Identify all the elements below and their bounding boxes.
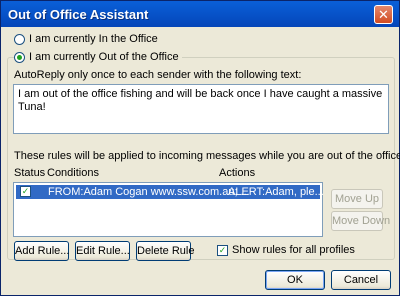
show-all-profiles-checkbox[interactable]: ✓ bbox=[217, 245, 228, 256]
autoreply-textarea[interactable]: I am out of the office fishing and will … bbox=[13, 84, 389, 134]
out-office-label: I am currently Out of the Office bbox=[29, 51, 179, 63]
column-header-actions[interactable]: Actions bbox=[219, 167, 255, 179]
ok-button[interactable]: OK bbox=[265, 270, 325, 290]
in-office-radio[interactable]: I am currently In the Office bbox=[14, 33, 158, 45]
cancel-button[interactable]: Cancel bbox=[331, 270, 391, 290]
rule-actions: ALERT:Adam, ple... bbox=[228, 186, 324, 198]
add-rule-button[interactable]: Add Rule... bbox=[14, 241, 69, 261]
title-bar[interactable]: Out of Office Assistant ✕ bbox=[1, 1, 399, 27]
in-office-label: I am currently In the Office bbox=[29, 33, 158, 45]
rules-list[interactable]: ✓ FROM:Adam Cogan www.ssw.com.au; ... AL… bbox=[13, 182, 324, 237]
move-up-button[interactable]: Move Up bbox=[331, 189, 383, 209]
radio-icon[interactable] bbox=[14, 33, 25, 45]
show-all-profiles-label: Show rules for all profiles bbox=[232, 244, 355, 256]
edit-rule-button[interactable]: Edit Rule... bbox=[75, 241, 130, 261]
window-title: Out of Office Assistant bbox=[8, 7, 149, 22]
rule-enabled-checkbox[interactable]: ✓ bbox=[20, 186, 31, 197]
out-of-office-dialog: Out of Office Assistant ✕ I am currently… bbox=[0, 0, 400, 296]
move-down-button[interactable]: Move Down bbox=[331, 211, 390, 231]
rules-intro: These rules will be applied to incoming … bbox=[14, 150, 400, 162]
column-header-conditions[interactable]: Conditions bbox=[47, 167, 99, 179]
delete-rule-button[interactable]: Delete Rule bbox=[136, 241, 194, 261]
column-header-status[interactable]: Status bbox=[14, 167, 45, 179]
out-office-radio[interactable]: I am currently Out of the Office bbox=[14, 51, 182, 63]
rule-conditions: FROM:Adam Cogan www.ssw.com.au; ... bbox=[48, 186, 250, 198]
close-icon[interactable]: ✕ bbox=[374, 5, 393, 24]
table-row[interactable]: ✓ FROM:Adam Cogan www.ssw.com.au; ... AL… bbox=[16, 185, 324, 199]
radio-selected-icon[interactable] bbox=[14, 51, 25, 63]
autoreply-label: AutoReply only once to each sender with … bbox=[14, 69, 302, 81]
